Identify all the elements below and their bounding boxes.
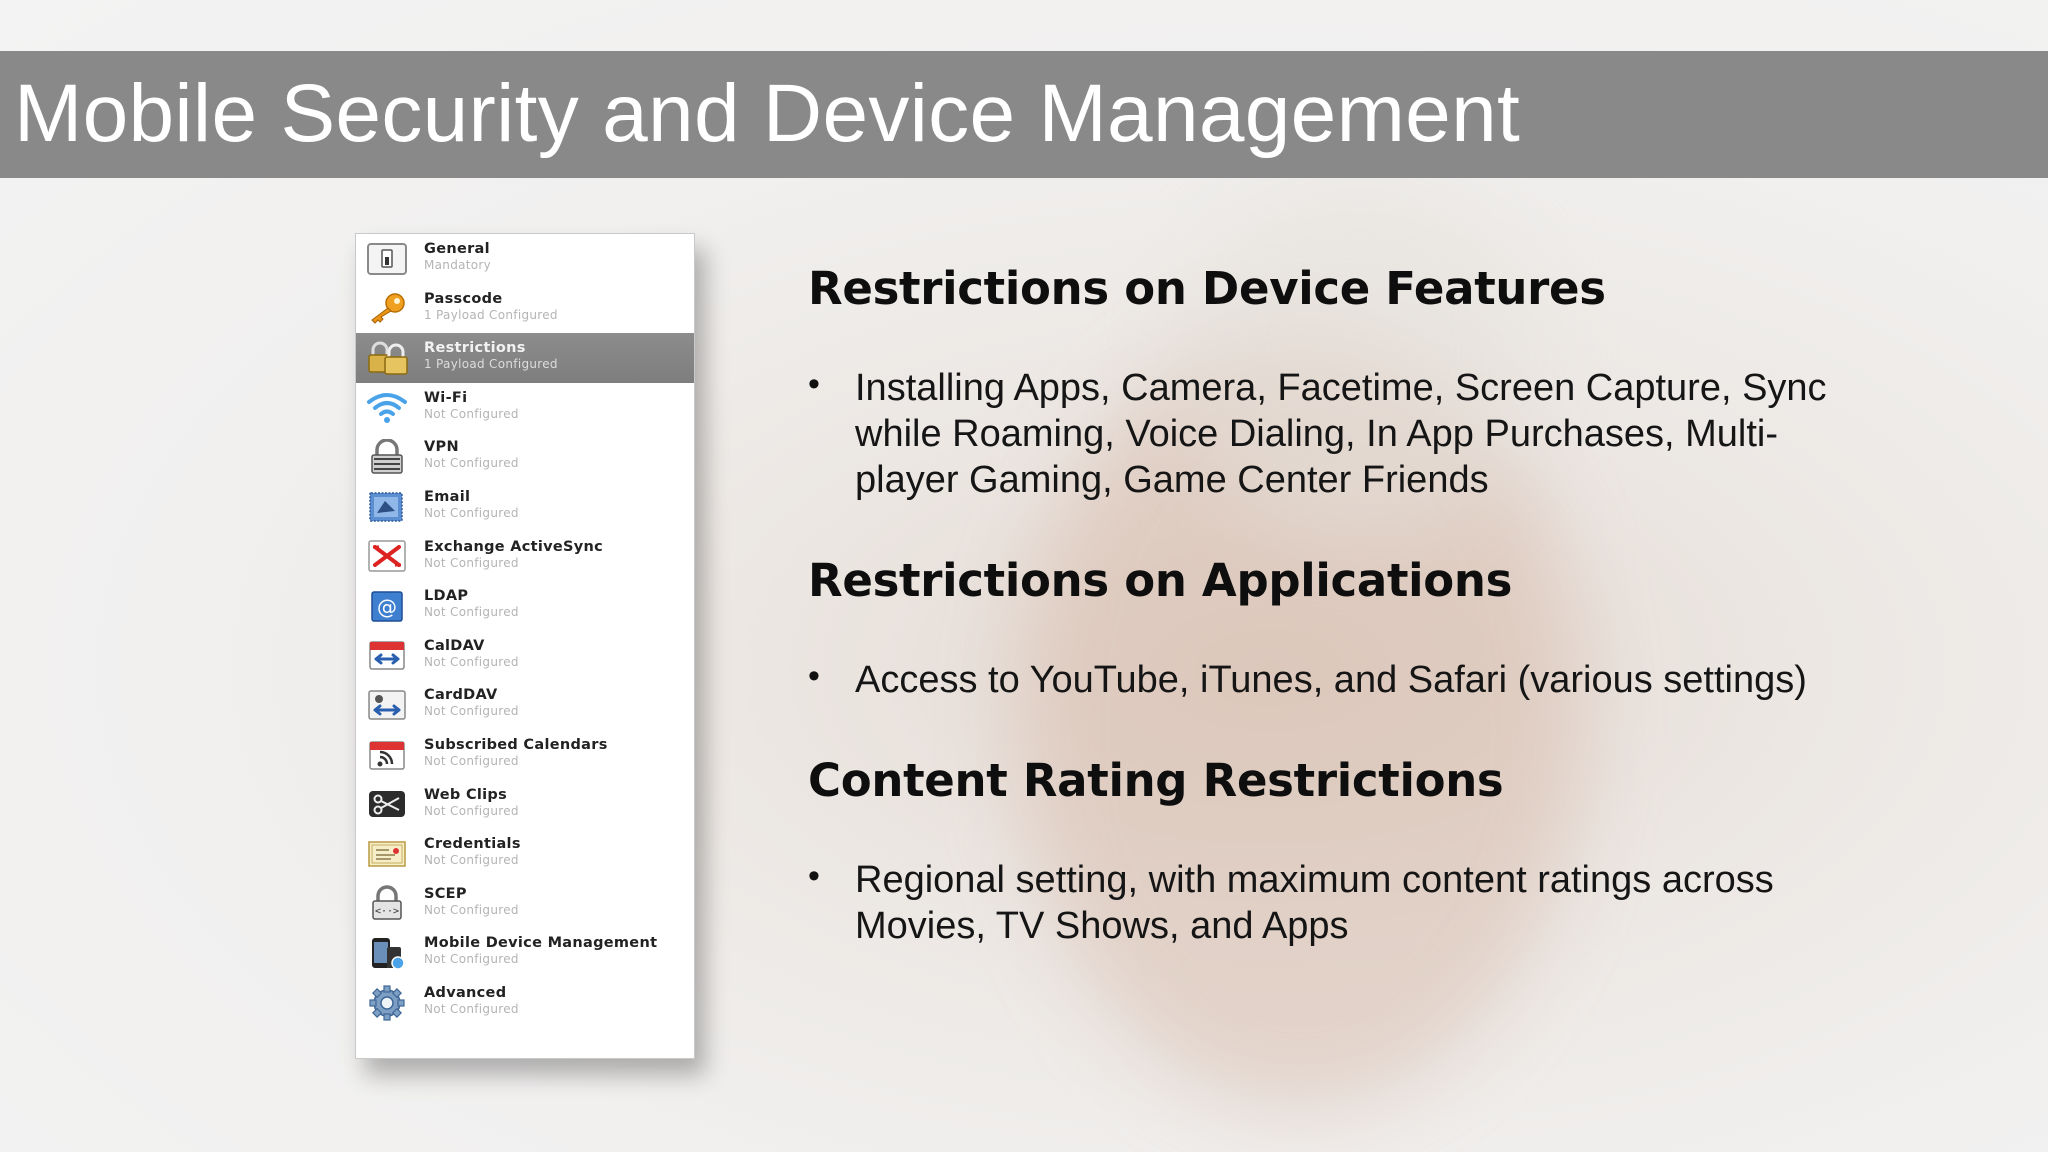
sidebar-item-label: VPN (424, 439, 459, 456)
sidebar-item-mobile-device-management[interactable]: Mobile Device Management Not Configured (356, 928, 694, 978)
sidebar-item-vpn[interactable]: VPN Not Configured (356, 432, 694, 482)
sidebar-item-status: Not Configured (424, 456, 519, 471)
sidebar-item-credentials[interactable]: Credentials Not Configured (356, 829, 694, 879)
certificate-icon (364, 835, 410, 872)
sidebar-item-label: Restrictions (424, 340, 526, 357)
key-icon (364, 290, 410, 327)
profile-payload-sidebar: General Mandatory Passcode 1 Payload Con… (355, 233, 695, 1059)
sidebar-item-label: LDAP (424, 588, 469, 605)
sidebar-item-status: Mandatory (424, 258, 492, 272)
svg-text:<··>: <··> (375, 906, 399, 917)
sidebar-item-status: 1 Payload Configured (424, 357, 558, 372)
carddav-card-icon (364, 686, 410, 723)
sidebar-item-label: Wi-Fi (424, 389, 468, 406)
sidebar-item-status: Not Configured (424, 853, 519, 868)
section-heading: Content Rating Restrictions (808, 754, 1504, 807)
vpn-lock-icon (364, 438, 410, 475)
scep-lock-icon: <··> (364, 885, 410, 922)
sidebar-item-status: Not Configured (424, 902, 519, 917)
slide-title: Mobile Security and Device Management (14, 68, 1521, 159)
sidebar-item-email[interactable]: Email Not Configured (356, 482, 694, 532)
sidebar-item-general[interactable]: General Mandatory (356, 234, 694, 284)
sidebar-item-status: Not Configured (424, 506, 519, 520)
sidebar-item-label: General (424, 241, 490, 257)
sidebar-item-carddav[interactable]: CardDAV Not Configured (356, 680, 694, 730)
sidebar-item-subscribed-calendars[interactable]: Subscribed Calendars Not Configured (356, 730, 694, 780)
subscribed-calendar-icon (364, 736, 410, 773)
bullet-text: Regional setting, with maximum content r… (855, 859, 1774, 947)
sidebar-item-status: Not Configured (424, 803, 519, 818)
sidebar-item-wifi[interactable]: Wi-Fi Not Configured (356, 383, 694, 433)
sidebar-item-label: Credentials (424, 836, 521, 853)
sidebar-item-label: Mobile Device Management (424, 935, 658, 952)
sidebar-item-label: CardDAV (424, 687, 498, 704)
mdm-devices-icon (364, 934, 410, 971)
sidebar-item-label: Passcode (424, 290, 503, 307)
bullet-text: Access to YouTube, iTunes, and Safari (v… (855, 659, 1807, 701)
sidebar-item-scep[interactable]: <··> SCEP Not Configured (356, 879, 694, 929)
general-switch-icon (364, 240, 410, 277)
sidebar-item-label: Exchange ActiveSync (424, 538, 604, 555)
sidebar-item-advanced[interactable]: Advanced Not Configured (356, 978, 694, 1028)
sidebar-item-ldap[interactable]: @ LDAP Not Configured (356, 581, 694, 631)
sidebar-item-status: Not Configured (424, 952, 519, 967)
email-stamp-icon (364, 488, 410, 525)
exchange-icon (364, 538, 410, 575)
sidebar-item-status: Not Configured (424, 406, 519, 421)
section-heading: Restrictions on Device Features (808, 262, 1606, 315)
caldav-calendar-icon (364, 637, 410, 674)
section-heading: Restrictions on Applications (808, 554, 1513, 607)
sidebar-item-caldav[interactable]: CalDAV Not Configured (356, 631, 694, 681)
bullet-dot: • (808, 857, 820, 895)
wifi-icon (364, 389, 410, 426)
title-bar: Mobile Security and Device Management (0, 51, 2048, 178)
sidebar-item-status: Not Configured (424, 704, 519, 719)
sidebar-item-label: SCEP (424, 885, 467, 902)
bullet-dot: • (808, 657, 820, 695)
sidebar-item-passcode[interactable]: Passcode 1 Payload Configured (356, 284, 694, 334)
padlocks-icon (364, 339, 410, 376)
sidebar-item-status: Not Configured (424, 754, 519, 768)
sidebar-item-status: Not Configured (424, 1002, 519, 1016)
sidebar-item-label: Advanced (424, 985, 507, 1001)
sidebar-item-label: Email (424, 489, 471, 505)
sidebar-item-exchange-activesync[interactable]: Exchange ActiveSync Not Configured (356, 532, 694, 582)
sidebar-item-label: Web Clips (424, 786, 508, 803)
sidebar-item-restrictions[interactable]: Restrictions 1 Payload Configured (356, 333, 694, 383)
svg-text:@: @ (377, 595, 397, 619)
sidebar-item-status: Not Configured (424, 555, 519, 570)
ldap-at-icon: @ (364, 587, 410, 624)
sidebar-item-label: CalDAV (424, 637, 485, 654)
sidebar-item-status: Not Configured (424, 605, 519, 620)
bullet-dot: • (808, 365, 820, 403)
sidebar-item-label: Subscribed Calendars (424, 737, 608, 753)
sidebar-item-web-clips[interactable]: Web Clips Not Configured (356, 780, 694, 830)
sidebar-item-status: 1 Payload Configured (424, 307, 558, 322)
sidebar-item-status: Not Configured (424, 654, 519, 669)
gear-icon (364, 984, 410, 1021)
web-clips-scissors-icon (364, 786, 410, 823)
bullet-text: Installing Apps, Camera, Facetime, Scree… (855, 367, 1827, 501)
